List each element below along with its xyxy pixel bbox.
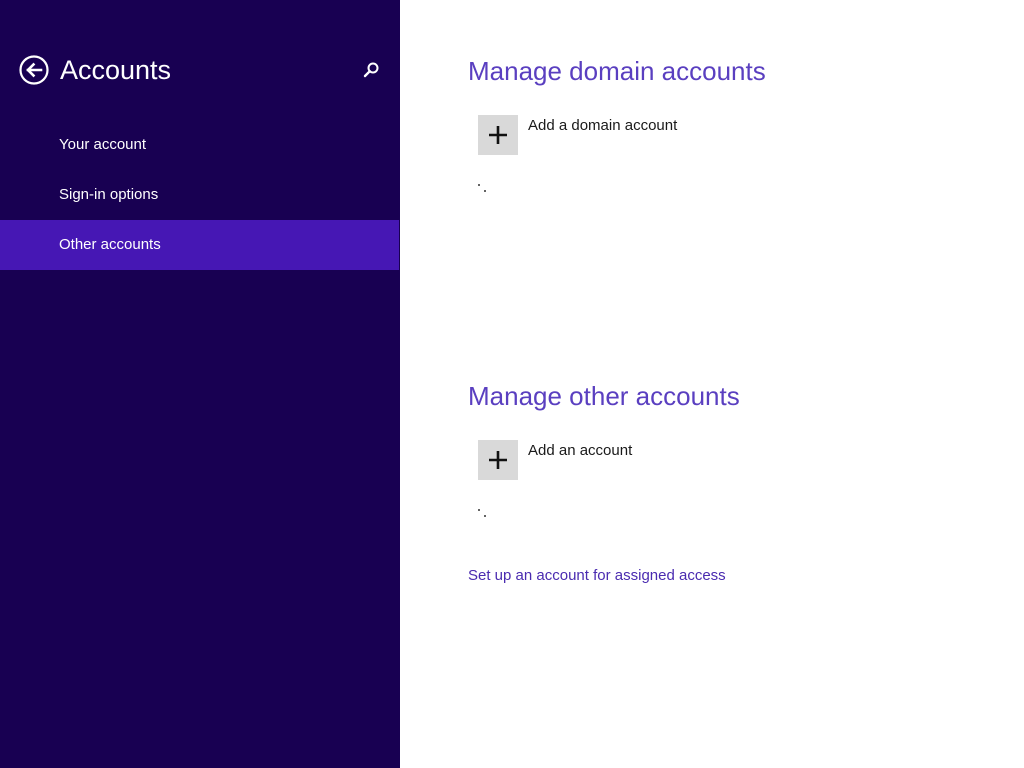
sidebar-item-label: Your account xyxy=(59,136,147,153)
assigned-access-link[interactable]: Set up an account for assigned access xyxy=(468,566,726,586)
sidebar-item-sign-in-options[interactable]: Sign-in options xyxy=(0,170,399,220)
domain-accounts-heading: Manage domain accounts xyxy=(468,56,766,86)
search-icon xyxy=(363,62,379,78)
sidebar: Accounts Your account Sign-in options Ot… xyxy=(0,0,400,768)
sidebar-item-other-accounts[interactable]: Other accounts xyxy=(0,220,399,270)
search-button[interactable] xyxy=(360,60,382,82)
sidebar-item-label: Sign-in options xyxy=(59,186,159,203)
add-domain-account-label[interactable]: Add a domain account xyxy=(528,116,677,136)
add-account-button[interactable] xyxy=(478,440,518,480)
settings-window: Accounts Your account Sign-in options Ot… xyxy=(0,0,1024,768)
page-title: Accounts xyxy=(60,55,172,85)
plus-icon xyxy=(489,451,507,469)
loading-spinner-icon xyxy=(476,508,492,520)
plus-icon xyxy=(489,126,507,144)
back-arrow-circle-icon xyxy=(19,55,49,85)
add-domain-account-button[interactable] xyxy=(478,115,518,155)
loading-spinner-icon xyxy=(476,183,492,195)
other-accounts-heading: Manage other accounts xyxy=(468,381,740,411)
main-content: Manage domain accounts Add a domain acco… xyxy=(400,0,1024,768)
back-button[interactable] xyxy=(19,55,49,85)
sidebar-item-your-account[interactable]: Your account xyxy=(0,120,399,170)
sidebar-item-label: Other accounts xyxy=(59,236,161,253)
add-account-label[interactable]: Add an account xyxy=(528,441,632,461)
